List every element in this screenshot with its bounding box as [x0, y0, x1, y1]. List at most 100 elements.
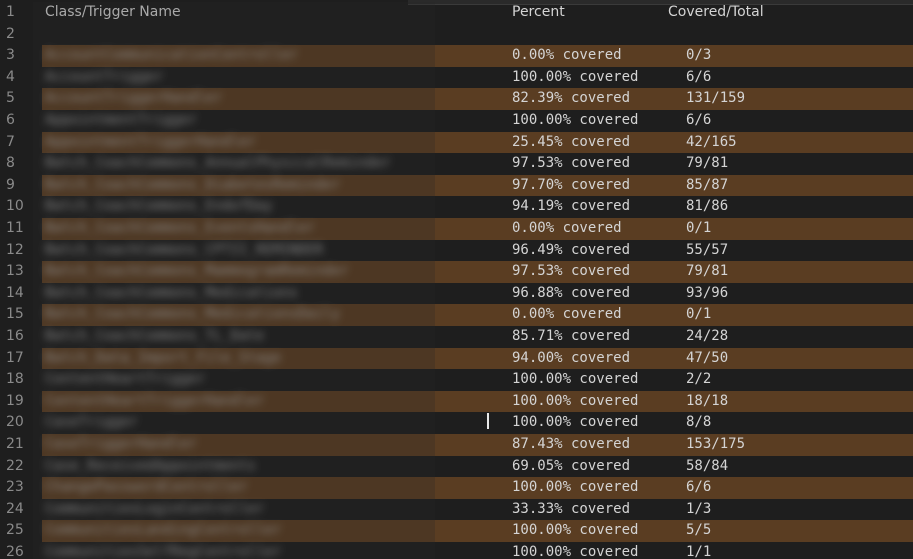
- coverage-row[interactable]: 11 Batch_CoachCommons_EventsHandler 0.00% …: [0, 218, 913, 240]
- covered-total: 93/96: [686, 284, 729, 301]
- coverage-row[interactable]: 3 AccountCommunicationController 0.00% cov…: [0, 45, 913, 67]
- coverage-row[interactable]: 9 Batch_CoachCommons_DiabetesReminder 97.7…: [0, 174, 913, 197]
- line-number: 16: [6, 328, 24, 344]
- coverage-percent: 100.00% covered: [512, 392, 639, 409]
- coverage-row[interactable]: 8 Batch_CoachCommons_AnnualPhysicalRemind…: [0, 153, 913, 175]
- coverage-row[interactable]: 17 Batch_Data_Import_File_Stage 94.00% cov…: [0, 347, 913, 370]
- covered-total: 5/5: [686, 522, 712, 539]
- covered-total: 1/3: [686, 500, 712, 517]
- coverage-percent: 97.53% covered: [512, 263, 631, 280]
- line-number: 8: [6, 155, 15, 172]
- line-number: 21: [6, 436, 24, 452]
- class-trigger-name-cell: Batch_CoachCommons_MammogramReminder: [45, 261, 435, 283]
- coverage-percent: 97.70% covered: [512, 176, 631, 193]
- class-trigger-name-cell: AccountTriggerHandler: [45, 88, 435, 110]
- line-number: 13: [6, 263, 24, 280]
- coverage-percent: 0.00% covered: [512, 306, 622, 323]
- coverage-row[interactable]: 10 Batch_CoachCommons_EndofDay 94.19% cove…: [0, 196, 913, 218]
- covered-total: 79/81: [686, 263, 729, 280]
- coverage-row[interactable]: 26 CommunitiesSelfRegController 100.00% co…: [0, 542, 913, 559]
- class-trigger-name: Batch_CoachCommons_EndofDay: [45, 198, 273, 215]
- class-trigger-name: Batch_CoachCommons_AnnualPhysicalReminde…: [45, 155, 391, 172]
- blank-line[interactable]: 2: [0, 24, 913, 46]
- coverage-row[interactable]: 14 Batch_CoachCommons_Medications 96.88% c…: [0, 283, 913, 305]
- coverage-row[interactable]: 7 AppointmentTriggerHandler 25.45% covered…: [0, 131, 913, 154]
- coverage-row[interactable]: 12 Batch_CoachCommons_CPTII_REMINDER 96.49…: [0, 240, 913, 262]
- line-number: 20: [6, 414, 24, 431]
- class-trigger-name: ContentHeartTriggerHandler: [45, 392, 265, 409]
- class-trigger-name: AppointmentTriggerHandler: [45, 133, 256, 150]
- class-trigger-name: CommunitiesLandingController: [45, 522, 282, 539]
- coverage-row[interactable]: 5 AccountTriggerHandler 82.39% covered 131/…: [0, 88, 913, 110]
- coverage-percent: 94.19% covered: [512, 198, 631, 215]
- coverage-row[interactable]: 19 ContentHeartTriggerHandler 100.00% cove…: [0, 390, 913, 413]
- coverage-percent: 69.05% covered: [512, 457, 631, 474]
- class-trigger-name: AppointmentTrigger: [45, 112, 197, 128]
- line-number: 5: [6, 90, 15, 107]
- class-trigger-name: Batch_CoachCommons_MedicationsDaily: [45, 306, 341, 323]
- line-number: 19: [6, 392, 24, 409]
- line-number: 18: [6, 371, 24, 388]
- class-trigger-name: Batch_Data_Import_File_Stage: [45, 349, 282, 366]
- covered-total: 24/28: [686, 328, 729, 344]
- class-trigger-name: CommunitiesLoginController: [45, 500, 265, 517]
- coverage-row[interactable]: 15 Batch_CoachCommons_MedicationsDaily 0.0…: [0, 304, 913, 326]
- coverage-row[interactable]: 6 AppointmentTrigger 100.00% covered 6/6: [0, 110, 913, 132]
- class-trigger-name-cell: ChangePasswordController: [45, 477, 435, 499]
- covered-total: 58/84: [686, 457, 729, 474]
- text-editor[interactable]: 1 Class/Trigger Name Percent Covered/Tot…: [0, 0, 913, 559]
- coverage-row[interactable]: 4 AccountTrigger 100.00% covered 6/6: [0, 67, 913, 89]
- class-trigger-name: ContentHeartTrigger: [45, 371, 206, 388]
- header-line[interactable]: 1 Class/Trigger Name Percent Covered/Tot…: [0, 2, 913, 24]
- line-number: 26: [6, 544, 24, 559]
- covered-total: 153/175: [686, 436, 746, 452]
- coverage-row[interactable]: 13 Batch_CoachCommons_MammogramReminder 97…: [0, 261, 913, 283]
- coverage-row[interactable]: 20 CaseTrigger 100.00% covered 8/8: [0, 412, 913, 434]
- line-number: 2: [6, 25, 15, 42]
- class-trigger-name: AccountCommunicationController: [45, 47, 298, 64]
- class-trigger-name: Batch_CoachCommons_CPTII_REMINDER: [45, 241, 324, 258]
- column-header-covered-total: Covered/Total: [668, 4, 764, 20]
- coverage-percent: 100.00% covered: [512, 544, 639, 559]
- line-number: 17: [6, 349, 24, 366]
- class-trigger-name: Batch_CoachCommons_Medications: [45, 284, 298, 301]
- coverage-percent: 96.49% covered: [512, 241, 631, 258]
- coverage-row[interactable]: 24 CommunitiesLoginController 33.33% cover…: [0, 499, 913, 521]
- covered-total: 6/6: [686, 479, 712, 496]
- covered-total: 42/165: [686, 133, 737, 150]
- class-trigger-name-cell: Case_ReceivedAppointments: [45, 456, 435, 478]
- class-trigger-name-cell: Batch_CoachCommons_CPTII_REMINDER: [45, 240, 435, 262]
- coverage-percent: 33.33% covered: [512, 500, 631, 517]
- class-trigger-name: Batch_CoachCommons_MammogramReminder: [45, 263, 349, 280]
- class-trigger-name: CommunitiesSelfRegController: [45, 544, 282, 559]
- covered-total: 1/1: [686, 544, 712, 559]
- coverage-row[interactable]: 18 ContentHeartTrigger 100.00% covered 2/2: [0, 369, 913, 391]
- class-trigger-name: Batch_CoachCommons_EventsHandler: [45, 220, 315, 236]
- coverage-percent: 94.00% covered: [512, 349, 631, 366]
- covered-total: 0/3: [686, 47, 712, 64]
- covered-total: 79/81: [686, 155, 729, 172]
- column-header-percent: Percent: [512, 4, 565, 20]
- class-trigger-name-cell: Batch_CoachCommons_DiabetesReminder: [45, 175, 435, 197]
- coverage-percent: 100.00% covered: [512, 112, 639, 128]
- covered-total: 47/50: [686, 349, 729, 366]
- class-trigger-name: ChangePasswordController: [45, 479, 248, 496]
- coverage-percent: 100.00% covered: [512, 414, 639, 431]
- coverage-percent: 25.45% covered: [512, 133, 631, 150]
- coverage-row[interactable]: 22 Case_ReceivedAppointments 69.05% covere…: [0, 456, 913, 478]
- coverage-percent: 100.00% covered: [512, 68, 639, 85]
- line-number: 3: [6, 47, 15, 64]
- coverage-row[interactable]: 23 ChangePasswordController 100.00% covere…: [0, 477, 913, 499]
- coverage-percent: 0.00% covered: [512, 47, 622, 64]
- coverage-row[interactable]: 25 CommunitiesLandingController 100.00% co…: [0, 520, 913, 542]
- class-trigger-name-cell: Batch_CoachCommons_AnnualPhysicalReminde…: [45, 153, 435, 175]
- coverage-row[interactable]: 16 Batch_CoachCommons_TL_Date 85.71% cover…: [0, 326, 913, 348]
- class-trigger-name: Case_ReceivedAppointments: [45, 457, 256, 474]
- class-trigger-name: CaseTrigger: [45, 414, 138, 431]
- covered-total: 8/8: [686, 414, 712, 431]
- class-trigger-name-cell: CommunitiesSelfRegController: [45, 542, 435, 559]
- class-trigger-name-cell: AppointmentTriggerHandler: [45, 132, 435, 154]
- coverage-row[interactable]: 21 CaseTriggerHandler 87.43% covered 153/17…: [0, 434, 913, 456]
- covered-total: 85/87: [686, 176, 729, 193]
- class-trigger-name-cell: ContentHeartTrigger: [45, 369, 435, 391]
